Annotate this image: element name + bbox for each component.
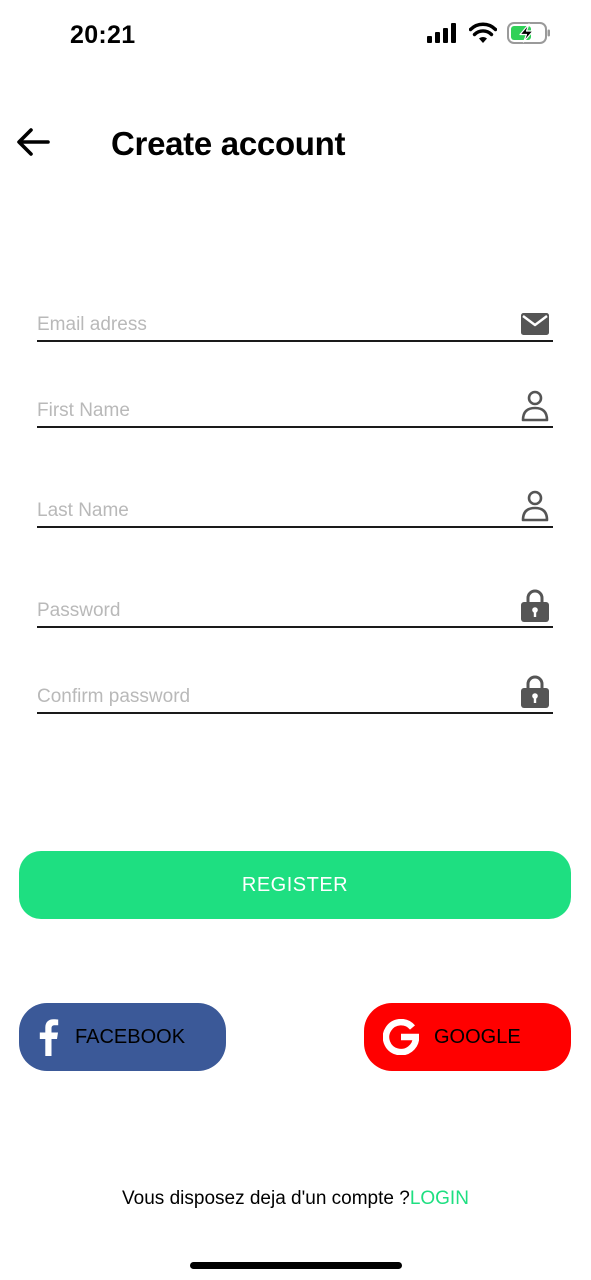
facebook-login-button[interactable]: FACEBOOK xyxy=(19,1003,226,1071)
register-button[interactable]: REGISTER xyxy=(19,851,571,919)
email-field[interactable] xyxy=(37,312,507,338)
first-name-field[interactable] xyxy=(37,398,507,424)
first-name-field-container xyxy=(37,376,553,428)
google-g-icon xyxy=(382,1003,420,1071)
person-icon xyxy=(517,386,553,422)
home-indicator[interactable] xyxy=(190,1262,402,1269)
page-title: Create account xyxy=(111,125,346,162)
lock-icon xyxy=(517,586,553,622)
google-login-button[interactable]: GOOGLE xyxy=(364,1003,571,1071)
cellular-signal-icon xyxy=(427,22,459,48)
lock-icon xyxy=(517,672,553,708)
confirm-password-field[interactable] xyxy=(37,684,507,710)
status-icons xyxy=(427,20,551,50)
arrow-left-icon xyxy=(16,127,50,162)
back-button[interactable] xyxy=(14,124,52,164)
password-field[interactable] xyxy=(37,598,507,624)
wifi-icon xyxy=(468,22,498,49)
confirm-password-field-container xyxy=(37,662,553,714)
facebook-label: FACEBOOK xyxy=(75,1026,186,1048)
login-prompt-text: Vous disposez deja d'un compte ? xyxy=(122,1188,410,1209)
status-time: 20:21 xyxy=(70,21,136,49)
person-icon xyxy=(517,486,553,522)
login-prompt: Vous disposez deja d'un compte ?LOGIN xyxy=(0,1186,591,1212)
battery-charging-icon xyxy=(507,21,551,50)
envelope-icon xyxy=(517,300,553,336)
password-field-container xyxy=(37,576,553,628)
login-link[interactable]: LOGIN xyxy=(410,1188,469,1209)
last-name-field[interactable] xyxy=(37,498,507,524)
facebook-f-icon xyxy=(35,1003,61,1071)
google-label: GOOGLE xyxy=(434,1026,521,1048)
last-name-field-container xyxy=(37,476,553,528)
email-field-container xyxy=(37,290,553,342)
